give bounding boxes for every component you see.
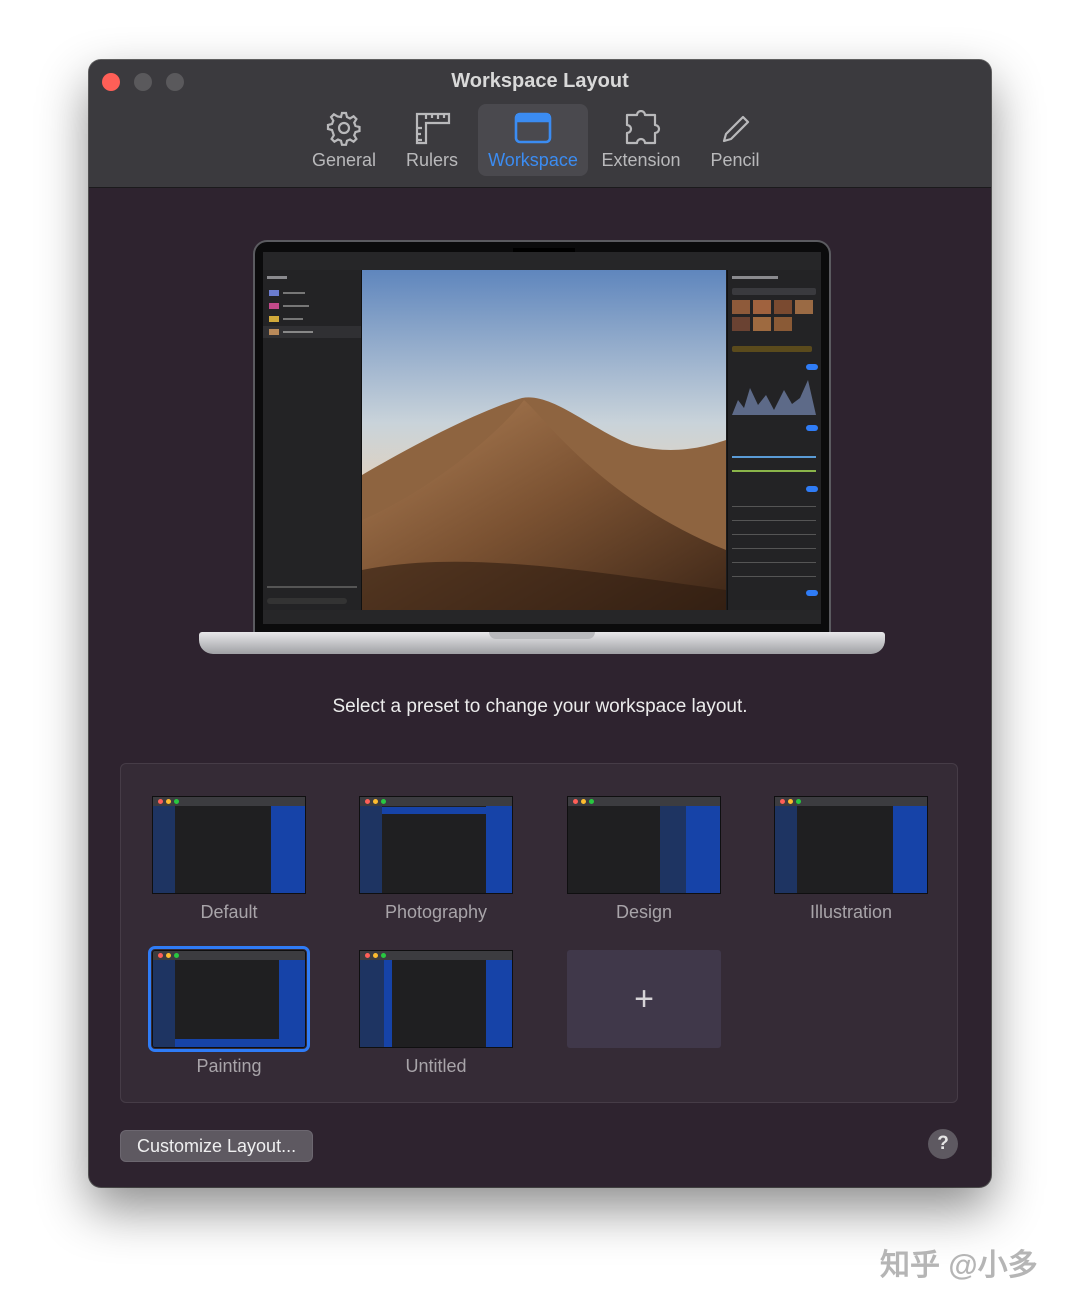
preset-label: Default: [200, 902, 258, 922]
preset-design[interactable]: Design: [567, 796, 721, 923]
preset-label: Untitled: [405, 1056, 467, 1076]
preset-label: Painting: [196, 1056, 262, 1076]
adjustments-panel: [727, 270, 821, 610]
preset-default[interactable]: Default: [152, 796, 306, 923]
workspace-preview-image: [199, 240, 885, 660]
app-bottom-bar: [263, 610, 821, 624]
preset-photography[interactable]: Photography: [359, 796, 513, 923]
customize-layout-button[interactable]: Customize Layout...: [120, 1130, 314, 1162]
layers-panel: [263, 270, 362, 610]
preset-label: Design: [615, 902, 673, 922]
preset-untitled[interactable]: Untitled: [359, 950, 513, 1077]
tab-general[interactable]: General: [299, 104, 389, 176]
tab-rulers[interactable]: Rulers: [392, 104, 472, 176]
dune-photo: [362, 270, 726, 610]
toolbar: Workspace Layout General Rulers Workspac…: [89, 60, 991, 188]
preset-label: Photography: [384, 902, 488, 922]
preset-thumbnail: [359, 796, 513, 894]
window-icon: [514, 112, 552, 144]
tab-workspace[interactable]: Workspace: [478, 104, 588, 176]
preset-thumbnail: [152, 796, 306, 894]
laptop-base: [199, 632, 885, 654]
preset-painting[interactable]: Painting: [148, 946, 310, 1077]
tab-pencil-label: Pencil: [710, 150, 760, 170]
puzzle-icon: [625, 110, 661, 145]
pencil-icon: [722, 115, 750, 143]
tab-workspace-label: Workspace: [488, 150, 578, 170]
instruction-text: Select a preset to change your workspace…: [332, 696, 748, 717]
laptop-lid-notch: [489, 632, 595, 639]
laptop-screen: [253, 240, 831, 634]
tab-extension-label: Extension: [601, 150, 681, 170]
tab-rulers-label: Rulers: [405, 150, 458, 170]
preset-thumbnail: [774, 796, 928, 894]
preferences-window: Workspace Layout General Rulers Workspac…: [89, 60, 991, 1187]
tab-pencil[interactable]: Pencil: [695, 104, 775, 176]
preset-thumbnail: [567, 796, 721, 894]
preset-illustration[interactable]: Illustration: [774, 796, 928, 923]
plus-icon: +: [634, 979, 654, 1018]
preset-grid: Default Photography Design Illustration …: [120, 763, 958, 1103]
gear-icon: [326, 111, 361, 146]
ruler-icon: [415, 112, 451, 145]
app-screenshot: [263, 252, 821, 624]
help-button[interactable]: ?: [928, 1129, 958, 1159]
app-toolbar: [263, 252, 821, 270]
preset-thumbnail: [148, 946, 310, 1052]
tab-extension[interactable]: Extension: [595, 104, 687, 176]
preset-label: Illustration: [809, 902, 893, 922]
tab-general-label: General: [311, 150, 377, 170]
window-title: Workspace Layout: [451, 70, 629, 92]
add-preset-button[interactable]: +: [567, 950, 721, 1048]
watermark-text: 知乎 @小多: [880, 1249, 1038, 1282]
preset-thumbnail: [359, 950, 513, 1048]
